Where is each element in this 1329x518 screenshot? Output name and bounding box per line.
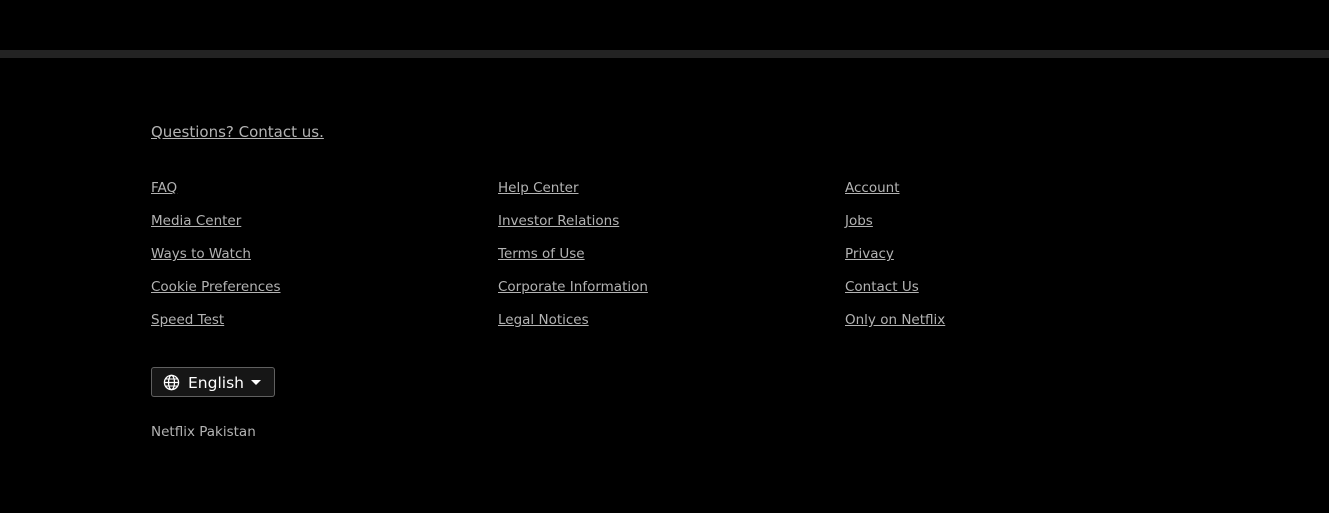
footer-link-terms-of-use[interactable]: Terms of Use [498, 244, 585, 277]
footer-link-cookie-preferences[interactable]: Cookie Preferences [151, 277, 281, 310]
contact-us-link[interactable]: Questions? Contact us. [151, 122, 324, 142]
footer-link-help-center[interactable]: Help Center [498, 178, 579, 211]
footer-link-speed-test[interactable]: Speed Test [151, 310, 224, 343]
region-label: Netflix Pakistan [151, 424, 256, 440]
language-selected-label: English [188, 374, 244, 392]
footer-link-ways-to-watch[interactable]: Ways to Watch [151, 244, 251, 277]
caret-down-icon [251, 380, 261, 385]
footer-link-account[interactable]: Account [845, 178, 900, 211]
netflix-footer-page: Questions? Contact us. FAQ Help Center A… [0, 0, 1329, 518]
footer-link-faq[interactable]: FAQ [151, 178, 177, 211]
footer-link-contact-us[interactable]: Contact Us [845, 277, 919, 310]
footer-link-media-center[interactable]: Media Center [151, 211, 241, 244]
footer-link-corporate-information[interactable]: Corporate Information [498, 277, 648, 310]
section-divider [0, 50, 1329, 58]
footer-link-privacy[interactable]: Privacy [845, 244, 894, 277]
page-bottom-edge [0, 513, 1329, 518]
footer-link-investor-relations[interactable]: Investor Relations [498, 211, 619, 244]
footer-link-jobs[interactable]: Jobs [845, 211, 873, 244]
language-select-button[interactable]: English [151, 367, 275, 397]
footer-link-legal-notices[interactable]: Legal Notices [498, 310, 589, 343]
globe-icon [163, 374, 180, 391]
footer-links-grid: FAQ Help Center Account Media Center Inv… [151, 178, 1191, 343]
footer-link-only-on-netflix[interactable]: Only on Netflix [845, 310, 945, 343]
